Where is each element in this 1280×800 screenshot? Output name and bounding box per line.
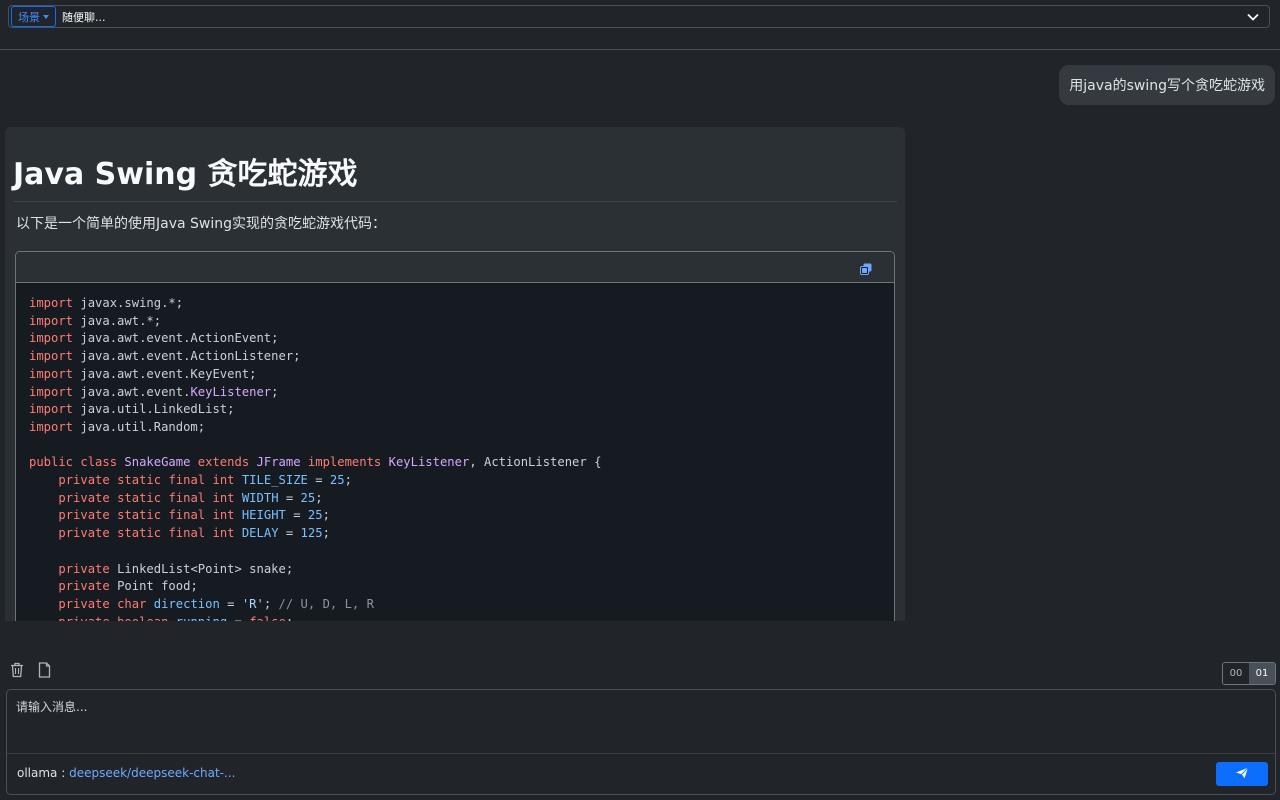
code-content: import javax.swing.*; import java.awt.*;… [29, 296, 602, 621]
code-block: import javax.swing.*; import java.awt.*;… [15, 251, 895, 621]
message-input[interactable] [7, 690, 1275, 754]
response-heading: Java Swing 贪吃蛇游戏 [13, 149, 897, 202]
send-icon [1235, 766, 1249, 782]
assistant-message: Java Swing 贪吃蛇游戏 以下是一个简单的使用Java Swing实现的… [5, 127, 905, 621]
toggle-option-01[interactable]: 01 [1249, 663, 1275, 684]
composer-tools [10, 662, 54, 678]
chat-area[interactable]: 用java的swing写个贪吃蛇游戏 Java Swing 贪吃蛇游戏 以下是一… [0, 51, 1280, 621]
provider-label: ollama : [17, 766, 66, 780]
scene-button-label: 场景 [18, 11, 40, 24]
toggle-option-00[interactable]: 00 [1223, 663, 1249, 684]
response-intro: 以下是一个简单的使用Java Swing实现的贪吃蛇游戏代码： [16, 216, 387, 232]
trash-icon[interactable] [10, 662, 26, 678]
scene-value[interactable]: 随便聊... [62, 9, 1241, 25]
copy-icon[interactable] [860, 260, 874, 275]
mode-toggle[interactable]: 00 01 [1222, 662, 1276, 685]
caret-down-icon [43, 14, 49, 19]
scene-button[interactable]: 场景 [11, 6, 56, 27]
send-button[interactable] [1216, 762, 1268, 786]
composer: ollama : deepseek/deepseek-chat-... [6, 689, 1276, 795]
file-icon[interactable] [38, 662, 54, 678]
scene-selector[interactable]: 场景 随便聊... [8, 5, 1270, 28]
model-selector[interactable]: ollama : deepseek/deepseek-chat-... [17, 766, 235, 780]
model-name[interactable]: deepseek/deepseek-chat-... [69, 766, 235, 780]
chevron-down-icon[interactable] [1241, 6, 1265, 27]
user-message: 用java的swing写个贪吃蛇游戏 [1059, 65, 1275, 105]
code-block-header [16, 252, 894, 283]
top-bar: 场景 随便聊... [0, 0, 1280, 50]
